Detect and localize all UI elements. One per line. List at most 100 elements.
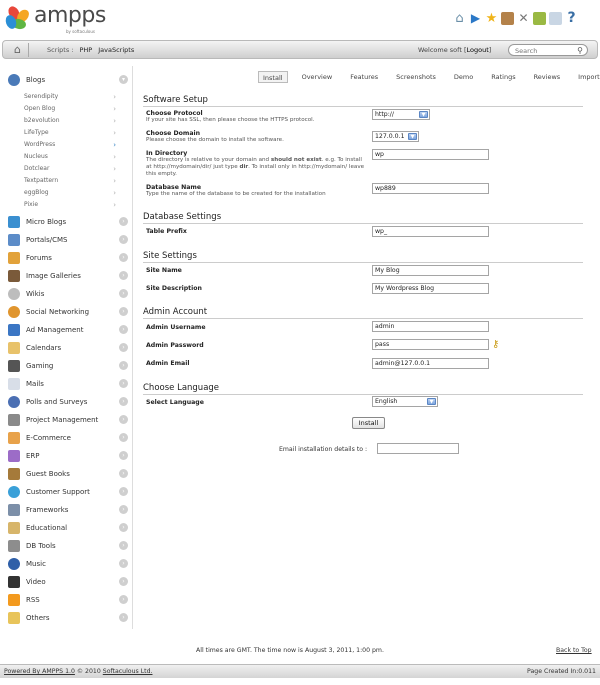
- tab-reviews[interactable]: Reviews: [530, 71, 565, 83]
- sidebar-item-forums[interactable]: Forums ›: [8, 250, 128, 266]
- sidebar-item-customer-support[interactable]: Customer Support ›: [8, 484, 128, 500]
- site-description-label: Site Description: [146, 285, 202, 292]
- star-icon[interactable]: ★: [485, 12, 498, 25]
- tools-icon[interactable]: ✕: [517, 12, 530, 25]
- sidebar-item-rss[interactable]: RSS ›: [8, 592, 128, 608]
- welcome-suffix: ]: [488, 46, 492, 54]
- admin-password-input[interactable]: pass: [372, 339, 489, 350]
- sidebar-item-label: Ad Management: [26, 326, 84, 334]
- chevron-right-icon: ›: [119, 505, 128, 514]
- mail-icon[interactable]: [549, 12, 562, 25]
- brand-tagline: by softaculous: [66, 29, 95, 34]
- search-input[interactable]: [515, 46, 573, 55]
- admin-username-label: Admin Username: [146, 324, 206, 331]
- site-name-input[interactable]: My Blog: [372, 265, 489, 276]
- directory-input[interactable]: wp: [372, 149, 489, 160]
- blog-script-textpattern[interactable]: Textpattern ›: [24, 177, 116, 188]
- site-description-input[interactable]: My Wordpress Blog: [372, 283, 489, 294]
- javascripts-link[interactable]: JavaScripts: [98, 46, 134, 54]
- sidebar-item-gaming[interactable]: Gaming ›: [8, 358, 128, 374]
- blog-script-pixie[interactable]: Pixie ›: [24, 201, 116, 212]
- key-icon[interactable]: ⚷: [492, 339, 499, 350]
- sidebar-item-db-tools[interactable]: DB Tools ›: [8, 538, 128, 554]
- sidebar-item-guest-books[interactable]: Guest Books ›: [8, 466, 128, 482]
- domain-select[interactable]: 127.0.0.1 ▼: [372, 131, 419, 142]
- project-management-icon: [8, 414, 20, 426]
- tab-ratings[interactable]: Ratings: [487, 71, 519, 83]
- admin-email-input[interactable]: admin@127.0.0.1: [372, 358, 489, 369]
- sidebar-item-label: Project Management: [26, 416, 99, 424]
- tab-features[interactable]: Features: [346, 71, 382, 83]
- blog-script-wordpress[interactable]: WordPress ›: [24, 141, 116, 152]
- sidebar-item-calendars[interactable]: Calendars ›: [8, 340, 128, 356]
- database-icon[interactable]: [501, 12, 514, 25]
- sidebar-item-mails[interactable]: Mails ›: [8, 376, 128, 392]
- ampps-logo[interactable]: ampps: [3, 3, 106, 32]
- rss-icon: [8, 594, 20, 606]
- admin-email-label: Admin Email: [146, 360, 190, 367]
- chevron-right-icon: ›: [119, 415, 128, 424]
- logout-link[interactable]: Logout: [467, 46, 489, 54]
- back-to-top-link[interactable]: Back to Top: [556, 647, 592, 654]
- sidebar-item-polls-and-surveys[interactable]: Polls and Surveys ›: [8, 394, 128, 410]
- ampps-logo-mark-icon: [3, 4, 32, 32]
- tab-screenshots[interactable]: Screenshots: [392, 71, 440, 83]
- video-icon: [8, 576, 20, 588]
- sidebar-item-project-management[interactable]: Project Management ›: [8, 412, 128, 428]
- home-button[interactable]: ⌂: [7, 43, 29, 57]
- chevron-right-icon: ›: [113, 189, 116, 197]
- collapse-icon[interactable]: ▾: [119, 75, 128, 84]
- help-icon[interactable]: ?: [565, 11, 578, 25]
- admin-username-input[interactable]: admin: [372, 321, 489, 332]
- chevron-right-icon: ›: [119, 487, 128, 496]
- table-prefix-input[interactable]: wp_: [372, 226, 489, 237]
- sidebar-item-wikis[interactable]: Wikis ›: [8, 286, 128, 302]
- erp-icon: [8, 450, 20, 462]
- sidebar-item-portals-cms[interactable]: Portals/CMS ›: [8, 232, 128, 248]
- blog-script-label: Pixie: [24, 201, 39, 208]
- language-select[interactable]: English ▼: [372, 396, 438, 407]
- sidebar-item-video[interactable]: Video ›: [8, 574, 128, 590]
- plugin-icon[interactable]: [533, 12, 546, 25]
- blog-script-open-blog[interactable]: Open Blog ›: [24, 105, 116, 116]
- tab-install[interactable]: Install: [258, 71, 288, 83]
- blog-script-nucleus[interactable]: Nucleus ›: [24, 153, 116, 164]
- blog-script-lifetype[interactable]: LifeType ›: [24, 129, 116, 140]
- chevron-right-icon: ›: [119, 235, 128, 244]
- database-name-input[interactable]: wp889: [372, 183, 489, 194]
- php-scripts-link[interactable]: PHP: [80, 46, 93, 54]
- blog-script-serendipity[interactable]: Serendipity ›: [24, 93, 116, 104]
- gaming-icon: [8, 360, 20, 372]
- sidebar-item-music[interactable]: Music ›: [8, 556, 128, 572]
- brand-name: ampps: [34, 3, 106, 28]
- tab-overview[interactable]: Overview: [298, 71, 337, 83]
- sidebar-item-frameworks[interactable]: Frameworks ›: [8, 502, 128, 518]
- sidebar-item-others[interactable]: Others ›: [8, 610, 128, 626]
- blog-script-dotclear[interactable]: Dotclear ›: [24, 165, 116, 176]
- install-button[interactable]: Install: [352, 417, 385, 429]
- sidebar-item-social-networking[interactable]: Social Networking ›: [8, 304, 128, 320]
- protocol-select[interactable]: http:// ▼: [372, 109, 430, 120]
- blog-script-eggblog[interactable]: eggBlog ›: [24, 189, 116, 200]
- softaculous-link[interactable]: Softaculous Ltd.: [103, 668, 153, 675]
- email-details-input[interactable]: [377, 443, 459, 454]
- wikis-icon: [8, 288, 20, 300]
- tab-import[interactable]: Import: [574, 71, 600, 83]
- protocol-value: http://: [375, 111, 394, 118]
- home-icon: ⌂: [14, 43, 21, 56]
- sidebar-item-educational[interactable]: Educational ›: [8, 520, 128, 536]
- chevron-right-icon: ›: [113, 105, 116, 113]
- blog-script-b2evolution[interactable]: b2evolution ›: [24, 117, 116, 128]
- search-icon[interactable]: ⚲: [577, 46, 583, 55]
- sidebar-item-blogs[interactable]: Blogs ▾: [8, 72, 128, 88]
- powered-by-link[interactable]: Powered By AMPPS 1.0: [4, 668, 75, 675]
- blog-script-label: Open Blog: [24, 105, 56, 112]
- sidebar-item-e-commerce[interactable]: E-Commerce ›: [8, 430, 128, 446]
- sidebar-item-ad-management[interactable]: Ad Management ›: [8, 322, 128, 338]
- sidebar-item-image-galleries[interactable]: Image Galleries ›: [8, 268, 128, 284]
- sidebar-item-micro-blogs[interactable]: Micro Blogs ›: [8, 214, 128, 230]
- home-icon[interactable]: ⌂: [453, 12, 466, 25]
- sidebar-item-erp[interactable]: ERP ›: [8, 448, 128, 464]
- play-icon[interactable]: ▶: [469, 12, 482, 25]
- tab-demo[interactable]: Demo: [450, 71, 477, 83]
